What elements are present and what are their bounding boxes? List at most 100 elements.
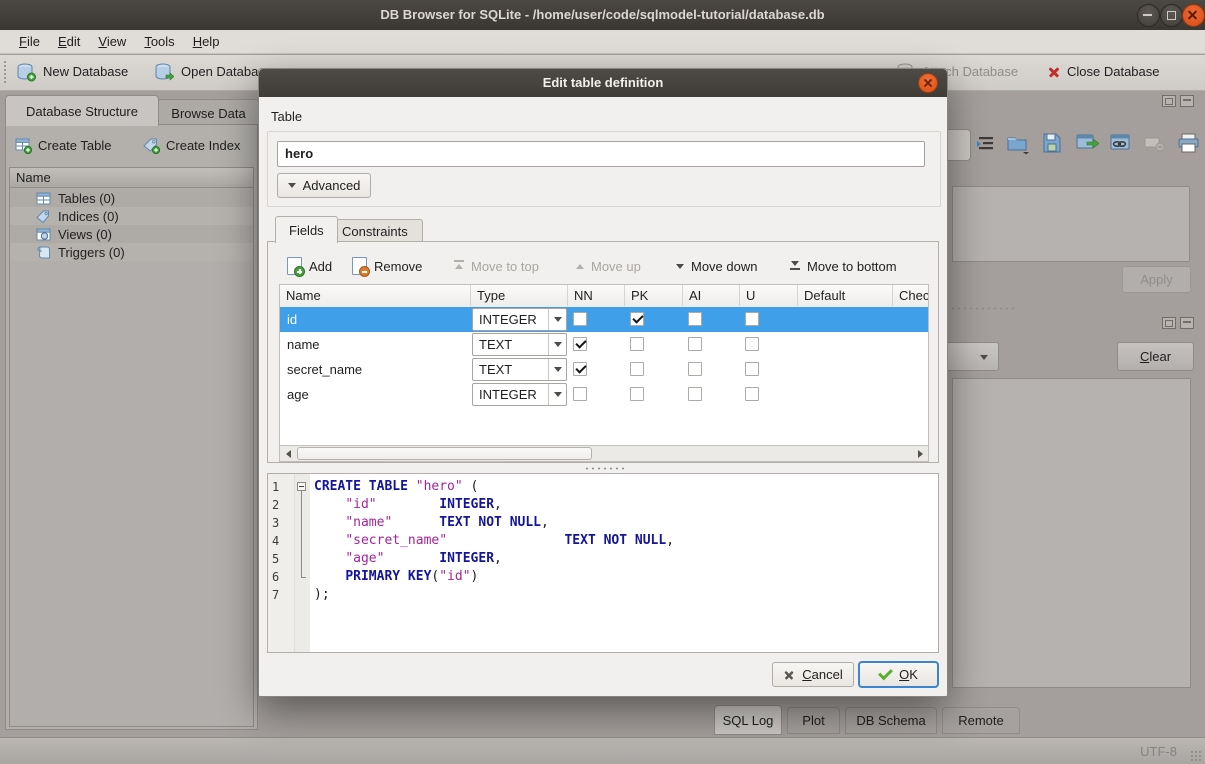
tab-remote[interactable]: Remote [942, 707, 1020, 734]
field-row-name[interactable]: name TEXT [280, 332, 929, 357]
fields-table-hscrollbar[interactable] [280, 445, 928, 462]
sql-preview-editor[interactable]: 1CREATE TABLE "hero" (2 "id" INTEGER,3 "… [267, 473, 939, 653]
scroll-left-icon[interactable] [280, 449, 296, 459]
tab-database-structure-label: Database Structure [26, 104, 138, 119]
new-database-button[interactable]: New Database [16, 58, 128, 85]
ai-checkbox[interactable] [688, 362, 702, 376]
nn-checkbox[interactable] [573, 337, 587, 351]
advanced-button[interactable]: Advanced [277, 173, 371, 198]
create-index-button[interactable]: Create Index [143, 132, 240, 158]
schema-tree-header[interactable]: Name [10, 168, 253, 188]
cell-print-icon[interactable] [1177, 132, 1200, 154]
tree-item-indices[interactable]: Indices (0) [10, 207, 253, 225]
open-database-button[interactable]: Open Database [154, 58, 272, 85]
field-type-select[interactable]: INTEGER [472, 308, 567, 331]
col-header-pk[interactable]: PK [625, 285, 683, 306]
tab-plot[interactable]: Plot [787, 707, 840, 734]
menu-view[interactable]: View [89, 31, 135, 52]
close-database-button[interactable]: Close Database [1048, 58, 1160, 85]
cell-set-null-icon[interactable] [1143, 132, 1167, 154]
ai-checkbox[interactable] [688, 337, 702, 351]
field-name-cell[interactable]: id [287, 307, 297, 332]
cell-indent-icon[interactable] [975, 134, 997, 154]
field-row-secret_name[interactable]: secret_name TEXT [280, 357, 929, 382]
cell-link-icon[interactable] [1109, 132, 1133, 154]
field-name-cell[interactable]: secret_name [287, 357, 362, 382]
dock-close-icon[interactable] [1180, 317, 1194, 329]
tab-sql-log[interactable]: SQL Log [714, 705, 782, 735]
dialog-close-button[interactable] [918, 73, 938, 93]
col-header-check[interactable]: Check [893, 285, 929, 306]
sql-log-view[interactable] [952, 378, 1191, 688]
scrollbar-thumb[interactable] [297, 447, 592, 460]
cell-import-icon[interactable] [1006, 132, 1030, 156]
resize-grip[interactable] [1190, 750, 1202, 762]
nn-checkbox[interactable] [573, 312, 587, 326]
pk-checkbox[interactable] [630, 362, 644, 376]
move-up-button[interactable]: Move up [576, 254, 641, 278]
tree-item-views[interactable]: Views (0) [10, 225, 253, 243]
dialog-splitter-handle[interactable] [584, 466, 624, 470]
field-row-age[interactable]: age INTEGER [280, 382, 929, 407]
tree-item-tables[interactable]: Tables (0) [10, 189, 253, 207]
minimize-button[interactable] [1137, 4, 1160, 27]
ai-checkbox[interactable] [688, 387, 702, 401]
tab-db-schema[interactable]: DB Schema [845, 707, 937, 734]
table-name-input[interactable]: hero [277, 141, 925, 167]
col-header-ai[interactable]: AI [683, 285, 740, 306]
dock-close-icon[interactable] [1180, 95, 1194, 107]
menu-file[interactable]: File [10, 31, 49, 52]
pk-checkbox[interactable] [630, 387, 644, 401]
move-to-bottom-button[interactable]: Move to bottom [790, 254, 897, 278]
cell-export-icon[interactable] [1075, 132, 1099, 154]
remove-field-button[interactable]: Remove [352, 254, 422, 278]
maximize-button[interactable] [1160, 4, 1183, 27]
field-type-select[interactable]: TEXT [472, 333, 567, 356]
pk-checkbox[interactable] [630, 337, 644, 351]
clear-log-button[interactable]: Clear [1117, 342, 1194, 371]
menu-tools[interactable]: Tools [135, 31, 183, 52]
move-down-button[interactable]: Move down [676, 254, 757, 278]
fold-marker-icon[interactable] [294, 478, 310, 496]
index-icon [36, 209, 51, 224]
nn-checkbox[interactable] [573, 362, 587, 376]
menu-edit[interactable]: Edit [49, 31, 89, 52]
scroll-right-icon[interactable] [912, 449, 928, 459]
col-header-name[interactable]: Name [280, 285, 471, 306]
ai-checkbox[interactable] [688, 312, 702, 326]
fold-margin-cell [294, 514, 310, 532]
u-checkbox[interactable] [745, 362, 759, 376]
add-field-button[interactable]: Add [287, 254, 332, 278]
tree-item-triggers[interactable]: Triggers (0) [10, 243, 253, 261]
apply-button[interactable]: Apply [1122, 266, 1191, 293]
cell-save-icon[interactable] [1041, 132, 1063, 154]
menu-help[interactable]: Help [184, 31, 229, 52]
col-header-nn[interactable]: NN [568, 285, 625, 306]
col-header-u[interactable]: U [740, 285, 798, 306]
field-name-cell[interactable]: name [287, 332, 320, 357]
u-checkbox[interactable] [745, 387, 759, 401]
nn-checkbox[interactable] [573, 387, 587, 401]
move-to-top-button[interactable]: Move to top [454, 254, 539, 278]
tab-fields[interactable]: Fields [275, 216, 338, 243]
edit-cell-textarea[interactable] [952, 186, 1190, 262]
field-row-id[interactable]: id INTEGER [280, 307, 929, 332]
field-type-select[interactable]: TEXT [472, 358, 567, 381]
dock-splitter-handle[interactable] [950, 306, 1016, 311]
u-checkbox[interactable] [745, 312, 759, 326]
tab-database-structure[interactable]: Database Structure [5, 95, 159, 126]
toolbar-drag-handle[interactable] [3, 60, 8, 85]
field-name-cell[interactable]: age [287, 382, 309, 407]
col-header-type[interactable]: Type [471, 285, 568, 306]
close-button[interactable] [1182, 4, 1205, 27]
pk-checkbox[interactable] [630, 312, 644, 326]
tab-browse-data[interactable]: Browse Data [157, 99, 260, 126]
ok-button[interactable]: OK [859, 662, 938, 687]
dock-float-icon[interactable] [1162, 95, 1176, 107]
col-header-default[interactable]: Default [798, 285, 893, 306]
field-type-select[interactable]: INTEGER [472, 383, 567, 406]
dock-float-icon[interactable] [1162, 317, 1176, 329]
cancel-button[interactable]: Cancel [772, 662, 854, 687]
create-table-button[interactable]: Create Table [15, 132, 111, 158]
u-checkbox[interactable] [745, 337, 759, 351]
